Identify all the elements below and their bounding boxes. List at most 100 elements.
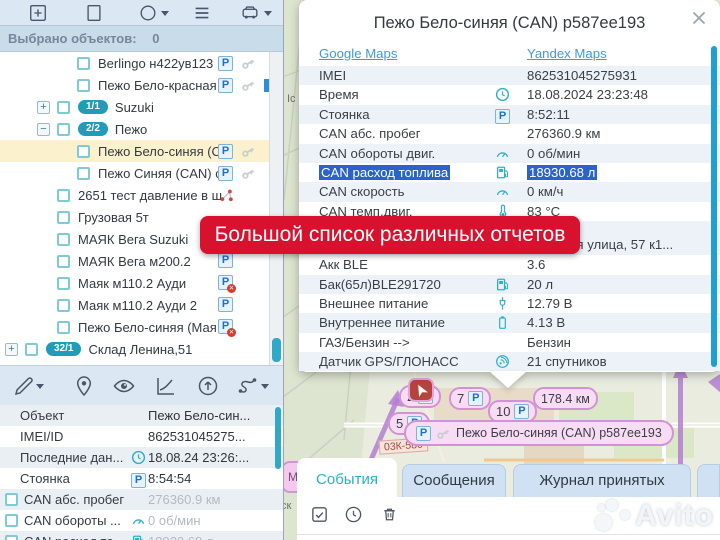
- tree-item[interactable]: Маяк м110.2 АудиP✕: [0, 272, 270, 294]
- gauge-icon: [495, 146, 510, 161]
- events-panel: Avito: [297, 497, 720, 540]
- select-circle-button[interactable]: [138, 3, 158, 23]
- object-checkbox[interactable]: [57, 321, 70, 334]
- popup-row-value: 0 км/ч: [527, 184, 563, 199]
- tree-item[interactable]: Berlingo н422ув123P: [0, 52, 270, 74]
- parking-icon: P: [131, 471, 146, 486]
- tree-item-label: Пежо: [115, 122, 147, 137]
- popup-row: CAN расход топлива18930.68 л: [299, 163, 720, 182]
- parking-icon: P: [218, 144, 233, 159]
- select-rectangle-button[interactable]: [84, 3, 104, 23]
- group-count-badge: 32/1: [46, 342, 81, 356]
- object-checkbox[interactable]: [77, 57, 90, 70]
- detail-label: IMEI/ID: [20, 429, 63, 444]
- vehicle-position-marker[interactable]: [408, 378, 434, 402]
- add-object-button[interactable]: [28, 3, 48, 23]
- map-marker-group-7[interactable]: 7 P: [449, 387, 491, 410]
- list-view-button[interactable]: [192, 3, 212, 23]
- popup-scrollbar[interactable]: [711, 46, 717, 367]
- details-scrollbar[interactable]: [275, 405, 282, 540]
- chevron-down-icon[interactable]: [36, 384, 44, 389]
- tree-item[interactable]: Пежо Бело-синяя (МаяP✕: [0, 316, 270, 338]
- tab-partial[interactable]: [697, 464, 720, 497]
- tree-item[interactable]: Пежо Бело-краснаяP: [0, 74, 270, 96]
- collapse-icon[interactable]: −: [37, 123, 50, 136]
- scrollbar-thumb[interactable]: [272, 338, 281, 362]
- location-button[interactable]: [72, 374, 96, 398]
- plug-icon: [495, 296, 510, 311]
- delete-button[interactable]: [380, 505, 399, 524]
- vehicle-map-label-text: Пежо Бело-синяя (CAN) p587ee193: [456, 426, 662, 440]
- tree-item-badges: P: [218, 297, 233, 312]
- tree-item[interactable]: Пежо Бело-синяя (СP: [0, 140, 270, 162]
- detail-row: CAN расход то...18930.68 л: [0, 531, 283, 540]
- object-checkbox[interactable]: [57, 277, 70, 290]
- tree-item[interactable]: +1/1 Suzuki: [0, 96, 270, 118]
- close-icon[interactable]: [690, 9, 708, 27]
- map-links-row: Google Maps Yandex Maps: [299, 44, 720, 66]
- battery-icon: [495, 315, 510, 330]
- detail-row: ОбъектПежо Бело-син...: [0, 405, 283, 426]
- popup-row: CAN абс. пробег276360.9 км: [299, 124, 720, 143]
- object-checkbox[interactable]: [57, 299, 70, 312]
- sensor-checkbox[interactable]: [5, 535, 18, 540]
- sensor-checkbox[interactable]: [5, 514, 18, 527]
- tree-item[interactable]: +32/1Склад Ленина,51: [0, 338, 270, 360]
- object-checkbox[interactable]: [25, 343, 38, 356]
- visibility-button[interactable]: [112, 374, 136, 398]
- chevron-down-icon[interactable]: [264, 11, 272, 16]
- select-all-checkbox[interactable]: [310, 505, 329, 524]
- object-checkbox[interactable]: [77, 79, 90, 92]
- popup-row-value: 12.79 В: [527, 296, 572, 311]
- vehicle-filter-button[interactable]: [240, 3, 260, 23]
- tree-item[interactable]: Пежо Синяя (CAN) сP: [0, 162, 270, 184]
- yandex-maps-link[interactable]: Yandex Maps: [527, 46, 607, 61]
- popup-row-label: Внутреннее питание: [319, 315, 445, 330]
- scrollbar-thumb[interactable]: [275, 407, 281, 469]
- object-checkbox[interactable]: [57, 211, 70, 224]
- chart-button[interactable]: [154, 374, 178, 398]
- time-filter-button[interactable]: [344, 505, 363, 524]
- popup-row: Бак(65л)BLE29172020 л: [299, 275, 720, 294]
- popup-row-label: Внешнее питание: [319, 296, 428, 311]
- tree-item-badges: [218, 187, 235, 204]
- tree-item[interactable]: −2/2Пежо: [0, 118, 270, 140]
- vehicle-map-label[interactable]: P Пежо Бело-синяя (CAN) p587ee193: [404, 420, 674, 446]
- send-command-button[interactable]: [196, 374, 220, 398]
- tree-item-label: Маяк м110.2 Ауди 2: [78, 298, 197, 313]
- object-checkbox[interactable]: [77, 145, 90, 158]
- object-tree: Berlingo н422ув123PПежо Бело-краснаяP+1/…: [0, 52, 270, 365]
- tree-scrollbar[interactable]: [269, 52, 283, 365]
- marker-count: 10: [496, 404, 510, 419]
- tree-item[interactable]: 2651 тест давление в ш: [0, 184, 270, 206]
- detail-value: Пежо Бело-син...: [148, 408, 250, 423]
- chevron-down-icon[interactable]: [161, 11, 169, 16]
- popup-row-label: ГАЗ/Бензин -->: [319, 335, 410, 350]
- parking-icon: P: [218, 166, 233, 181]
- tree-item-label: Пежо Бело-синяя (С: [98, 144, 221, 159]
- object-checkbox[interactable]: [57, 101, 70, 114]
- sensor-checkbox[interactable]: [5, 493, 18, 506]
- tab-events[interactable]: События: [297, 458, 397, 500]
- tab-data-log[interactable]: Журнал принятых данных: [513, 464, 691, 497]
- tree-item-label: Suzuki: [115, 100, 154, 115]
- object-checkbox[interactable]: [57, 255, 70, 268]
- chevron-down-icon[interactable]: [261, 384, 269, 389]
- object-checkbox[interactable]: [57, 123, 70, 136]
- expand-icon[interactable]: +: [5, 343, 18, 356]
- map-street-text: Ic: [287, 93, 296, 105]
- tree-item-badges: P: [218, 253, 233, 268]
- offline-x-icon: ✕: [227, 284, 236, 293]
- object-checkbox[interactable]: [57, 233, 70, 246]
- route-button[interactable]: [236, 374, 260, 398]
- fuel-icon: [495, 165, 510, 180]
- group-count-badge: 1/1: [78, 100, 108, 114]
- object-checkbox[interactable]: [57, 189, 70, 202]
- object-checkbox[interactable]: [77, 167, 90, 180]
- google-maps-link[interactable]: Google Maps: [319, 46, 397, 61]
- expand-icon[interactable]: +: [37, 101, 50, 114]
- tab-messages[interactable]: Сообщения: [402, 464, 506, 497]
- edit-button[interactable]: [12, 374, 36, 398]
- key-icon: [240, 143, 257, 160]
- tree-item[interactable]: Маяк м110.2 Ауди 2 P: [0, 294, 270, 316]
